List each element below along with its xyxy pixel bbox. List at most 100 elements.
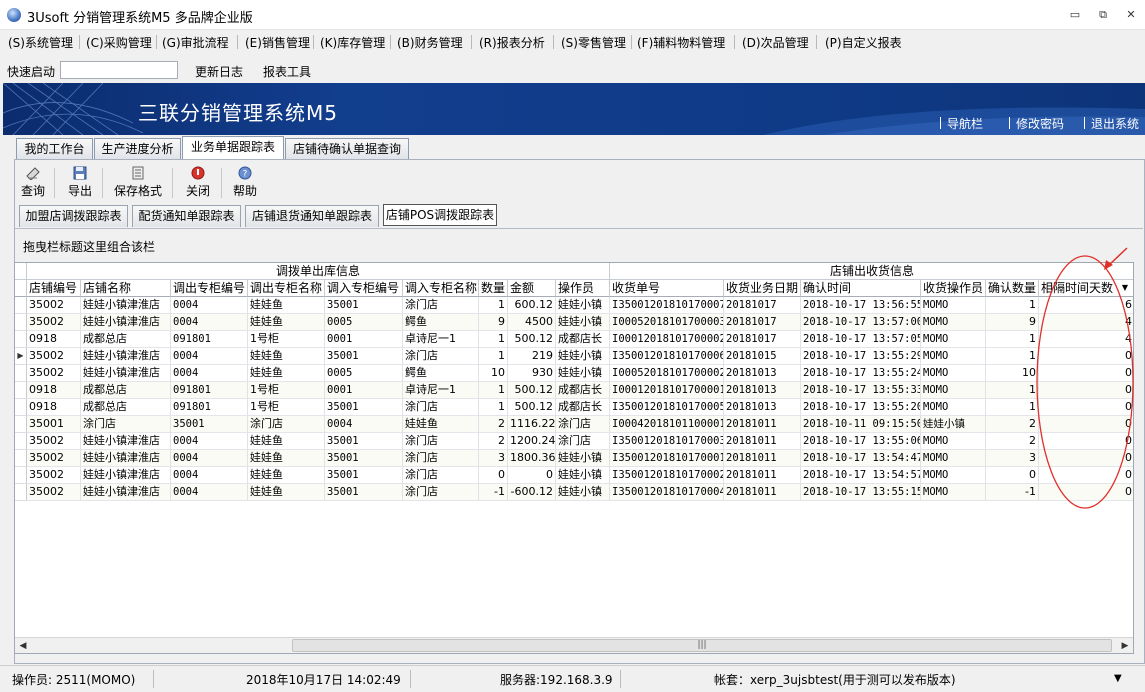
menu-purchase[interactable]: (C)采购管理 — [86, 34, 152, 51]
cell-days-gap[interactable]: 0 — [1039, 467, 1133, 484]
cell-out-counter-code[interactable]: 0004 — [171, 365, 248, 382]
cell-out-counter-code[interactable]: 0004 — [171, 297, 248, 314]
cell-receipt-operator[interactable]: MOMO — [921, 382, 986, 399]
cell-receipt-operator[interactable]: MOMO — [921, 467, 986, 484]
cell-confirm-time[interactable]: 2018-10-17 13:54:57 — [801, 467, 921, 484]
cell-store-name[interactable]: 娃娃小镇津淮店 — [81, 450, 171, 467]
menu-materials[interactable]: (F)辅料物料管理 — [637, 34, 725, 51]
close-window-button[interactable]: ✕ — [1122, 6, 1140, 24]
cell-in-counter-name[interactable]: 娃娃鱼 — [403, 416, 479, 433]
cell-quantity[interactable]: 2 — [479, 416, 508, 433]
cell-confirm-qty[interactable]: 1 — [986, 382, 1039, 399]
cell-amount[interactable]: 500.12 — [508, 331, 556, 348]
menu-retail[interactable]: (S)零售管理 — [561, 34, 626, 51]
cell-store-code[interactable]: 35002 — [27, 484, 81, 501]
cell-store-code[interactable]: 35001 — [27, 416, 81, 433]
cell-in-counter-name[interactable]: 卓诗尼一1 — [403, 331, 479, 348]
cell-receipt-date[interactable]: 20181011 — [724, 450, 801, 467]
cell-confirm-time[interactable]: 2018-10-17 13:54:47 — [801, 450, 921, 467]
cell-receipt-no[interactable]: I00012018101700001 — [610, 382, 724, 399]
quick-launch-input[interactable] — [60, 61, 178, 79]
cell-out-counter-code[interactable]: 0004 — [171, 433, 248, 450]
cell-receipt-operator[interactable]: 娃娃小镇 — [921, 416, 986, 433]
cell-receipt-no[interactable]: I00052018101700003 — [610, 314, 724, 331]
cell-quantity[interactable]: 3 — [479, 450, 508, 467]
tab-franchise-transfer[interactable]: 加盟店调拨跟踪表 — [19, 205, 128, 227]
cell-days-gap[interactable]: 0 — [1039, 348, 1133, 365]
row-indicator[interactable] — [15, 399, 27, 416]
cell-amount[interactable]: -600.12 — [508, 484, 556, 501]
cell-in-counter-name[interactable]: 涂门店 — [403, 450, 479, 467]
menu-sales[interactable]: (E)销售管理 — [245, 34, 310, 51]
scroll-right-arrow[interactable]: ▶ — [1119, 639, 1131, 653]
menu-approval[interactable]: (G)审批流程 — [162, 34, 229, 51]
cell-operator[interactable]: 成都店长 — [556, 331, 610, 348]
horizontal-scrollbar[interactable]: ◀ ||| ▶ — [15, 637, 1133, 653]
menu-finance[interactable]: (B)财务管理 — [397, 34, 463, 51]
cell-out-counter-name[interactable]: 1号柜 — [248, 331, 325, 348]
cell-days-gap[interactable]: 0 — [1039, 365, 1133, 382]
cell-confirm-qty[interactable]: 2 — [986, 433, 1039, 450]
cell-in-counter-code[interactable]: 0001 — [325, 382, 403, 399]
menu-reports[interactable]: (R)报表分析 — [479, 34, 545, 51]
cell-out-counter-name[interactable]: 娃娃鱼 — [248, 314, 325, 331]
row-indicator[interactable] — [15, 416, 27, 433]
change-password-link[interactable]: 修改密码 — [1016, 115, 1064, 132]
cell-receipt-operator[interactable]: MOMO — [921, 297, 986, 314]
cell-receipt-no[interactable]: I35001201810170004 — [610, 484, 724, 501]
cell-out-counter-name[interactable]: 1号柜 — [248, 399, 325, 416]
cell-store-code[interactable]: 35002 — [27, 314, 81, 331]
menu-inventory[interactable]: (K)库存管理 — [320, 34, 385, 51]
sort-desc-icon[interactable]: ▼ — [1122, 280, 1128, 296]
row-indicator[interactable] — [15, 467, 27, 484]
row-indicator[interactable] — [15, 314, 27, 331]
cell-quantity[interactable]: -1 — [479, 484, 508, 501]
cell-confirm-qty[interactable]: 1 — [986, 297, 1039, 314]
band-outbound-info[interactable]: 调拨单出库信息 — [27, 263, 610, 280]
cell-store-name[interactable]: 娃娃小镇津淮店 — [81, 484, 171, 501]
cell-receipt-no[interactable]: I35001201810170003 — [610, 433, 724, 450]
cell-confirm-qty[interactable]: 1 — [986, 331, 1039, 348]
cell-receipt-no[interactable]: I35001201810170001 — [610, 450, 724, 467]
cell-receipt-no[interactable]: I35001201810170005 — [610, 399, 724, 416]
cell-confirm-time[interactable]: 2018-10-17 13:55:15 — [801, 484, 921, 501]
cell-operator[interactable]: 成都店长 — [556, 382, 610, 399]
cell-confirm-time[interactable]: 2018-10-17 13:57:05 — [801, 331, 921, 348]
cell-store-code[interactable]: 35002 — [27, 348, 81, 365]
tab-my-workspace[interactable]: 我的工作台 — [16, 138, 93, 160]
column-header-confirm-time[interactable]: 确认时间 — [801, 280, 921, 297]
cell-receipt-date[interactable]: 20181011 — [724, 484, 801, 501]
menu-custom-report[interactable]: (P)自定义报表 — [825, 34, 902, 51]
cell-in-counter-name[interactable]: 涂门店 — [403, 467, 479, 484]
cell-days-gap[interactable]: 4 — [1039, 331, 1133, 348]
cell-amount[interactable]: 500.12 — [508, 399, 556, 416]
cell-in-counter-code[interactable]: 35001 — [325, 484, 403, 501]
column-header-days-gap[interactable]: 相隔时间天数 ▼ — [1039, 280, 1133, 297]
cell-days-gap[interactable]: 0 — [1039, 382, 1133, 399]
cell-in-counter-name[interactable]: 涂门店 — [403, 433, 479, 450]
cell-confirm-time[interactable]: 2018-10-17 13:55:33 — [801, 382, 921, 399]
row-indicator[interactable] — [15, 433, 27, 450]
cell-receipt-no[interactable]: I00012018101700002 — [610, 331, 724, 348]
cell-operator[interactable]: 涂门店 — [556, 433, 610, 450]
cell-receipt-date[interactable]: 20181011 — [724, 433, 801, 450]
cell-receipt-operator[interactable]: MOMO — [921, 484, 986, 501]
cell-store-code[interactable]: 0918 — [27, 331, 81, 348]
cell-out-counter-name[interactable]: 娃娃鱼 — [248, 467, 325, 484]
cell-confirm-qty[interactable]: 1 — [986, 399, 1039, 416]
cell-out-counter-name[interactable]: 涂门店 — [248, 416, 325, 433]
column-header-quantity[interactable]: 数量 — [479, 280, 508, 297]
cell-in-counter-name[interactable]: 涂门店 — [403, 348, 479, 365]
cell-days-gap[interactable]: 0 — [1039, 450, 1133, 467]
changelog-link[interactable]: 更新日志 — [195, 63, 243, 80]
column-header-in-counter-code[interactable]: 调入专柜编号 — [325, 280, 403, 297]
cell-in-counter-name[interactable]: 涂门店 — [403, 399, 479, 416]
cell-amount[interactable]: 500.12 — [508, 382, 556, 399]
export-button[interactable]: 导出 — [65, 166, 95, 199]
cell-confirm-qty[interactable]: 1 — [986, 348, 1039, 365]
cell-store-code[interactable]: 35002 — [27, 433, 81, 450]
cell-receipt-operator[interactable]: MOMO — [921, 433, 986, 450]
cell-out-counter-name[interactable]: 娃娃鱼 — [248, 348, 325, 365]
cell-store-code[interactable]: 35002 — [27, 467, 81, 484]
cell-receipt-no[interactable]: I00052018101700002 — [610, 365, 724, 382]
